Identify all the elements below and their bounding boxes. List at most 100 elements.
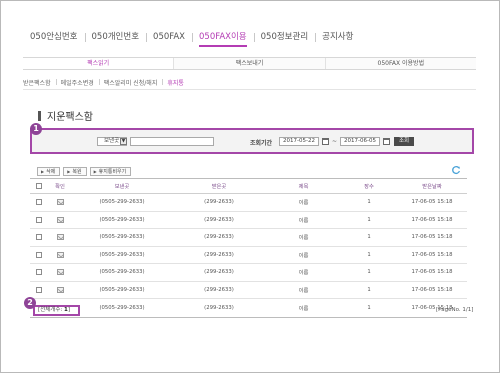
mail-icon[interactable] [56,269,64,275]
row-pages: 1 [367,286,371,293]
sub-tabs: 팩스읽기 팩스보내기 050FAX 이용방법 [23,57,476,70]
annotation-badge-2: 2 [24,297,36,309]
row-receiver: (299-2633) [204,216,234,223]
tab-050fax-guide[interactable]: 050FAX 이용방법 [324,58,476,69]
submenu-change-email[interactable]: 메일주소변경 [55,78,99,87]
table-header: 확인 보낸곳 받은곳 제목 장수 받은날짜 [30,179,467,194]
table-row[interactable]: (0505-299-2633) (299-2633) 이름 1 17-06-05 15:… [30,212,467,229]
row-sender: (0505-299-2633) [99,269,145,276]
row-title[interactable]: 이름 [266,233,341,241]
row-receiver: (299-2633) [204,269,234,276]
mail-icon[interactable] [56,286,64,293]
empty-trash-button[interactable]: ▶ 휴지통비우기 [89,167,132,176]
total-count-close: ] [67,307,70,313]
total-count: [전체개수: 1] [33,305,80,316]
row-receiver: (299-2633) [204,304,234,311]
restore-button-label: 복원 [72,169,82,175]
total-count-label: [전체개수: [38,307,63,313]
row-sender: (0505-299-2633) [99,251,145,258]
page-title-text: 지운팩스함 [47,112,93,123]
mail-icon[interactable] [56,199,64,205]
arrow-right-icon: ▶ [93,169,97,174]
row-pages: 1 [367,251,371,258]
table-row[interactable]: (0505-299-2633) (299-2633) 이름 1 17-06-05 15:… [30,264,467,282]
search-input[interactable] [130,137,214,146]
topnav-item-050fax[interactable]: 050FAX [146,30,192,44]
header-date: 받은날짜 [422,184,442,190]
row-receiver: (299-2633) [204,234,234,241]
topnav-item-050-safe-number[interactable]: 050안심번호 [30,30,85,44]
row-checkbox[interactable] [36,216,42,223]
row-sender: (0505-299-2633) [99,304,145,311]
row-checkbox[interactable] [36,234,42,240]
header-title: 제목 [298,184,309,190]
row-pages: 1 [367,234,371,241]
row-view-cell [48,269,72,276]
row-pages: 1 [367,304,371,311]
row-checkbox[interactable] [36,269,42,275]
row-date: 17-06-05 15:18 [411,286,453,293]
annotation-badge-1: 1 [30,123,42,135]
mail-icon[interactable] [56,234,64,240]
row-check-cell [30,199,48,206]
date-to-input[interactable]: 2017-06-05 [340,137,380,146]
row-title[interactable]: 이름 [266,268,341,276]
submenu-inbox[interactable]: 받은팩스함 [23,78,56,87]
refresh-icon[interactable] [451,165,461,175]
row-check-cell [30,234,48,241]
submenu-trash[interactable]: 휴지통 [162,78,189,87]
row-title[interactable]: 이름 [266,304,341,312]
row-pages: 1 [367,216,371,223]
date-separator: ~ [332,138,338,145]
row-title[interactable]: 이름 [266,251,341,259]
table-row[interactable]: (0505-299-2633) (299-2633) 이름 1 17-06-05 15:… [30,299,467,317]
mail-icon[interactable] [56,216,64,223]
row-checkbox[interactable] [36,199,42,205]
row-view-cell [48,199,72,206]
topnav-item-050-info-management[interactable]: 050정보관리 [253,30,316,44]
tab-fax-send[interactable]: 팩스보내기 [173,58,325,69]
restore-button[interactable]: ▶ 복원 [63,167,87,176]
table-row[interactable]: (0505-299-2633) (299-2633) 이름 1 17-06-05 15:… [30,282,467,299]
submenu-fax-alert[interactable]: 팩스알리미 신청/해지 [98,78,163,87]
date-from-input[interactable]: 2017-05-22 [279,137,319,146]
topnav-item-050fax-use[interactable]: 050FAX이용 [192,30,254,47]
select-all-checkbox[interactable] [36,182,42,189]
topnav-item-notice[interactable]: 공지사항 [315,30,360,44]
row-pages: 1 [367,269,371,276]
row-title[interactable]: 이름 [266,216,341,224]
divider [23,89,476,90]
row-date: 17-06-05 15:18 [411,269,453,276]
row-checkbox[interactable] [36,251,42,258]
title-bar-marker [38,110,41,121]
row-view-cell [48,234,72,241]
mail-icon[interactable] [56,251,64,258]
table-row[interactable]: (0505-299-2633) (299-2633) 이름 1 17-06-05 15:… [30,194,467,212]
row-title[interactable]: 이름 [266,198,341,206]
fax-table: 확인 보낸곳 받은곳 제목 장수 받은날짜 (0505-299-2633) (29… [30,178,467,318]
arrow-right-icon: ▶ [67,169,71,174]
row-date: 17-06-05 15:18 [411,216,453,223]
search-button[interactable]: 조회 [394,137,414,146]
calendar-icon[interactable] [322,138,329,145]
calendar-icon[interactable] [383,138,390,145]
chevron-down-icon[interactable]: ▼ [120,138,127,145]
row-check-cell [30,269,48,276]
delete-button[interactable]: ▶ 삭제 [37,167,61,176]
search-panel: 보낸곳 ▼ 조회기간 2017-05-22 ~ 2017-06-05 조회 [30,128,474,154]
row-view-cell [48,216,72,224]
row-check-cell [30,251,48,259]
table-row[interactable]: (0505-299-2633) (299-2633) 이름 1 17-06-05 15:… [30,229,467,247]
header-sender: 보낸곳 [114,184,130,190]
header-pages: 장수 [364,184,374,190]
row-title[interactable]: 이름 [266,286,341,294]
select-all-cell [30,182,48,190]
row-check-cell [30,216,48,224]
row-checkbox[interactable] [36,286,42,293]
topnav-item-050-personal-number[interactable]: 050개인번호 [84,30,147,44]
table-row[interactable]: (0505-299-2633) (299-2633) 이름 1 17-06-05 15:… [30,247,467,264]
period-label: 조회기간 [250,140,273,147]
table-body: (0505-299-2633) (299-2633) 이름 1 17-06-05 15:… [30,194,467,317]
tab-fax-read[interactable]: 팩스읽기 [23,58,174,69]
arrow-right-icon: ▶ [41,169,45,174]
